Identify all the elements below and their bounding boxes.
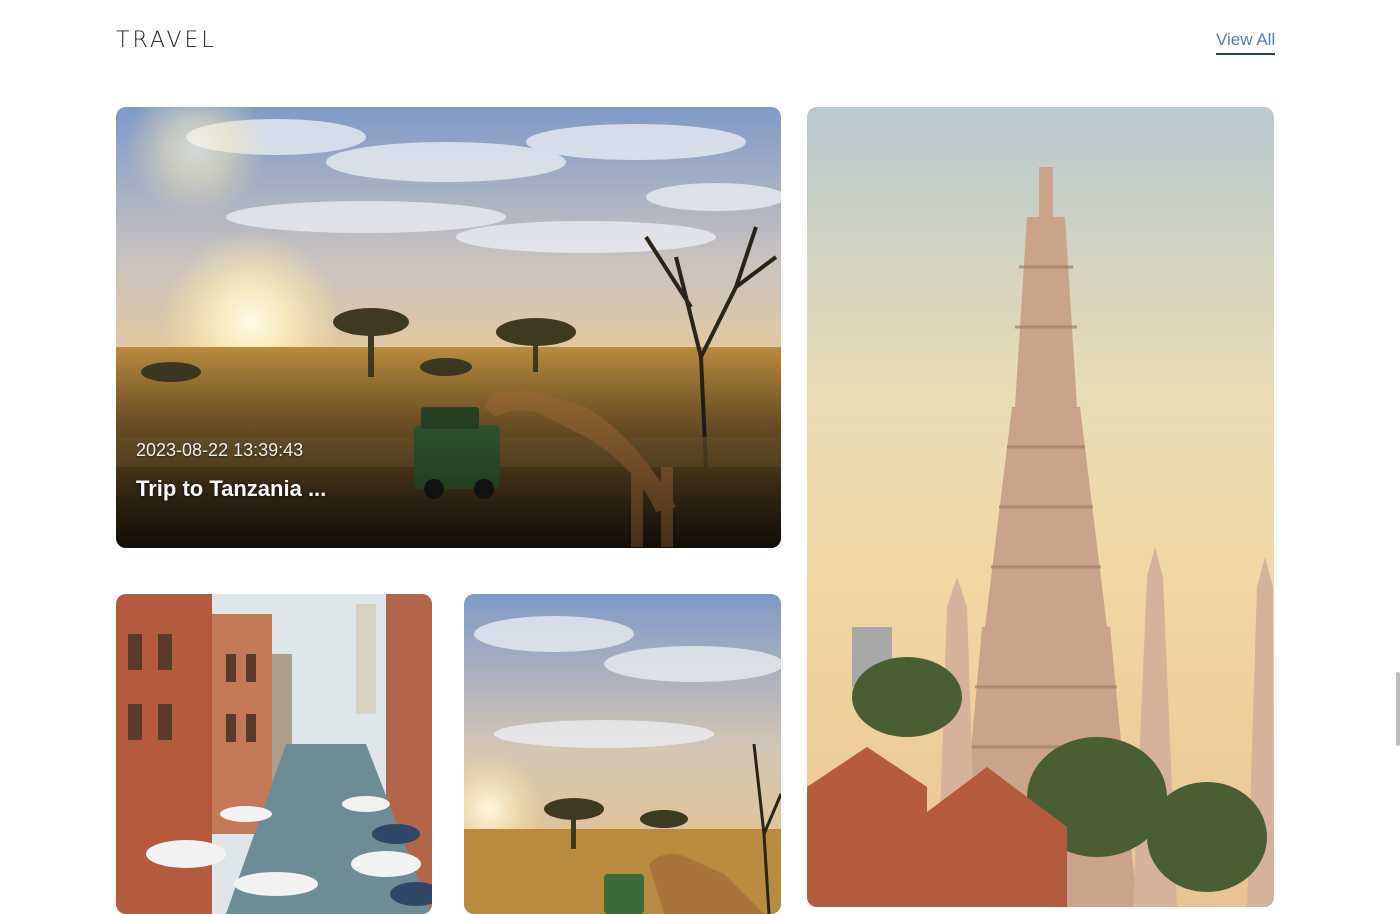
card-date: 2023-08-22 13:39:43 [136, 440, 304, 460]
section-title: TRAVEL [116, 28, 217, 53]
card-title[interactable]: Trip to Tanzania ... [136, 476, 326, 502]
travel-card-bangkok[interactable] [807, 107, 1274, 907]
safari-image [464, 594, 781, 914]
travel-card-safari[interactable] [464, 594, 781, 914]
travel-card-tanzania[interactable]: 2023-08-22 13:39:43 Trip to Tanzania ... [116, 107, 781, 548]
scrollbar-thumb[interactable] [1396, 672, 1400, 746]
view-all-link[interactable]: View All [1216, 30, 1276, 55]
temple-image [807, 107, 1274, 907]
travel-card-venice[interactable] [116, 594, 432, 914]
venice-image [116, 594, 432, 914]
